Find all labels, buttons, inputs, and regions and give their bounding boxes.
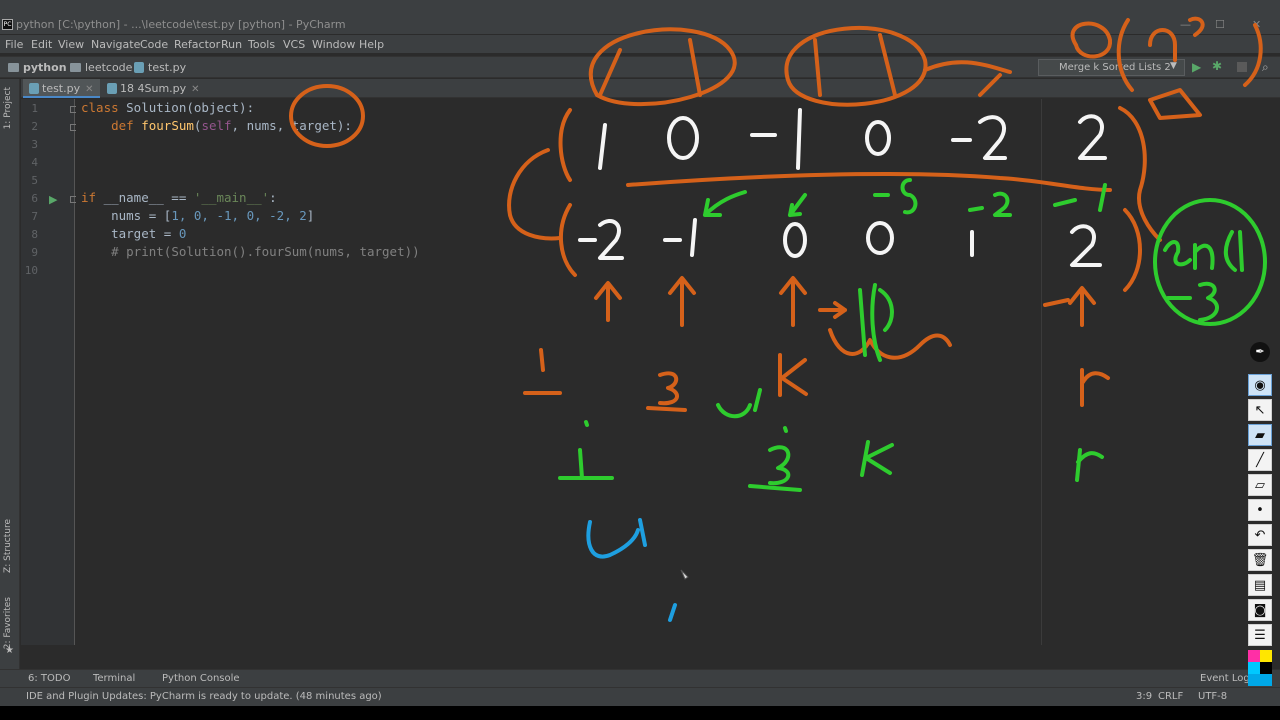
debug-icon[interactable]: ✱ (1212, 59, 1222, 73)
line-number: 2 (31, 120, 38, 133)
tab-test-py[interactable]: test.py ✕ (23, 79, 100, 98)
terminal-tool-button[interactable]: Terminal (93, 673, 135, 684)
menu-window[interactable]: Window (312, 38, 355, 51)
editor-tabs: test.py ✕ 18 4Sum.py ✕ (21, 79, 1280, 98)
code-line-1: class Solution(object): (81, 100, 255, 115)
close-icon[interactable]: ✕ (1252, 18, 1261, 31)
blue-swatch[interactable] (1248, 674, 1272, 686)
line-number: 3 (31, 138, 38, 151)
eye-icon[interactable]: ◉ (1248, 374, 1272, 396)
magenta-swatch[interactable] (1248, 650, 1260, 662)
event-log-button[interactable]: Event Log (1200, 673, 1250, 684)
line-number: 5 (31, 174, 38, 187)
breadcrumb-python[interactable]: python (8, 61, 67, 74)
black-swatch[interactable] (1260, 662, 1272, 674)
highlighter-icon[interactable]: ▰ (1248, 424, 1272, 446)
pycharm-app-icon: PC (2, 19, 13, 30)
menu-tools[interactable]: Tools (248, 38, 275, 51)
tool-window-bar: 6: TODO Terminal Python Console Event Lo… (0, 669, 1280, 687)
title-bar: PC python [C:\python] - ...\leetcode\tes… (0, 0, 1280, 34)
run-icon[interactable]: ▶ (1192, 60, 1201, 74)
camera-icon[interactable]: ◙ (1248, 599, 1272, 621)
line-separator[interactable]: CRLF (1158, 691, 1183, 702)
code-line-6: if __name__ == '__main__': (81, 190, 277, 205)
close-tab-icon[interactable]: ✕ (191, 84, 199, 95)
menu-vcs[interactable]: VCS (283, 38, 305, 51)
chevron-down-icon[interactable]: ▼ (1170, 61, 1177, 71)
menu-code[interactable]: Code (140, 38, 168, 51)
breadcrumb-test-py[interactable]: test.py (134, 61, 186, 74)
undo-icon[interactable]: ↶ (1248, 524, 1272, 546)
cyan-swatch[interactable] (1248, 662, 1260, 674)
line-number-gutter: 1 2 3 4 5 6 7 8 9 10 ▶ (21, 99, 77, 645)
folder-icon (70, 63, 81, 72)
menu-bar: File Edit View Navigate Code Refactor Ru… (0, 35, 1280, 53)
tab-18-4sum[interactable]: 18 4Sum.py ✕ (101, 79, 206, 98)
line-number: 10 (24, 264, 38, 277)
screen-edge (0, 706, 1280, 720)
line-number: 7 (31, 210, 38, 223)
yellow-swatch[interactable] (1260, 650, 1272, 662)
editor-divider (1041, 99, 1042, 645)
line-number: 1 (31, 102, 38, 115)
structure-tool-tab[interactable]: Z: Structure (3, 519, 13, 573)
run-gutter-icon[interactable]: ▶ (49, 193, 57, 206)
project-tool-tab[interactable]: 1: Project (3, 87, 13, 129)
python-file-icon (107, 83, 117, 94)
python-file-icon (29, 83, 39, 94)
code-editor[interactable]: class Solution(object): def fourSum(self… (76, 99, 1280, 645)
code-line-7: nums = [1, 0, -1, 0, -2, 2] (111, 208, 315, 223)
whiteboard-icon[interactable]: ▤ (1248, 574, 1272, 596)
minimize-icon[interactable]: — (1180, 18, 1191, 31)
python-file-icon (134, 62, 144, 73)
navigation-bar: python leetcode test.py Merge k Sorted L… (0, 56, 1280, 78)
stop-icon[interactable] (1237, 62, 1247, 72)
menu-refactor[interactable]: Refactor (174, 38, 220, 51)
file-encoding[interactable]: UTF-8 (1198, 691, 1227, 702)
folder-icon (8, 63, 19, 72)
star-icon: ★ (5, 645, 14, 656)
maximize-icon[interactable]: ☐ (1215, 18, 1225, 31)
pycharm-window: PC python [C:\python] - ...\leetcode\tes… (0, 0, 1280, 720)
menu-view[interactable]: View (58, 38, 84, 51)
line-number: 9 (31, 246, 38, 259)
caret-position[interactable]: 3:9 (1136, 691, 1152, 702)
line-number: 4 (31, 156, 38, 169)
menu-file[interactable]: File (5, 38, 23, 51)
annotation-toolbar: ✒ ◉ ↖ ▰ ╱ ▱ • ↶ 🗑 ▤ ◙ ☰ (1246, 338, 1274, 708)
notes-icon[interactable]: ☰ (1248, 624, 1272, 646)
todo-tool-button[interactable]: 6: TODO (28, 673, 70, 684)
eraser-icon[interactable]: ▱ (1248, 474, 1272, 496)
breadcrumb-leetcode[interactable]: leetcode (70, 61, 132, 74)
menu-navigate[interactable]: Navigate (91, 38, 140, 51)
close-tab-icon[interactable]: ✕ (85, 84, 93, 95)
line-number: 8 (31, 228, 38, 241)
search-icon[interactable]: ⌕ (1262, 60, 1269, 75)
menu-help[interactable]: Help (359, 38, 384, 51)
left-tool-strip: 1: Project Z: Structure 2: Favorites ★ (0, 79, 20, 669)
cursor-icon[interactable]: ↖ (1248, 399, 1272, 421)
pen-icon[interactable]: ╱ (1248, 449, 1272, 471)
window-title: python [C:\python] - ...\leetcode\test.p… (16, 18, 346, 31)
status-message[interactable]: IDE and Plugin Updates: PyCharm is ready… (26, 691, 382, 702)
code-line-9: # print(Solution().fourSum(nums, target)… (111, 244, 420, 259)
trash-icon[interactable]: 🗑 (1248, 549, 1272, 571)
favorites-tool-tab[interactable]: 2: Favorites (3, 597, 13, 649)
run-configuration-select[interactable]: Merge k Sorted Lists 2 (1038, 59, 1185, 76)
python-console-tool-button[interactable]: Python Console (162, 673, 240, 684)
code-line-8: target = 0 (111, 226, 187, 241)
status-bar: IDE and Plugin Updates: PyCharm is ready… (0, 687, 1280, 706)
pen-tip-icon[interactable]: ✒ (1250, 342, 1270, 362)
line-number: 6 (31, 192, 38, 205)
code-line-2: def fourSum(self, nums, target): (111, 118, 352, 133)
menu-edit[interactable]: Edit (31, 38, 52, 51)
menu-run[interactable]: Run (221, 38, 242, 51)
dot-icon[interactable]: • (1248, 499, 1272, 521)
